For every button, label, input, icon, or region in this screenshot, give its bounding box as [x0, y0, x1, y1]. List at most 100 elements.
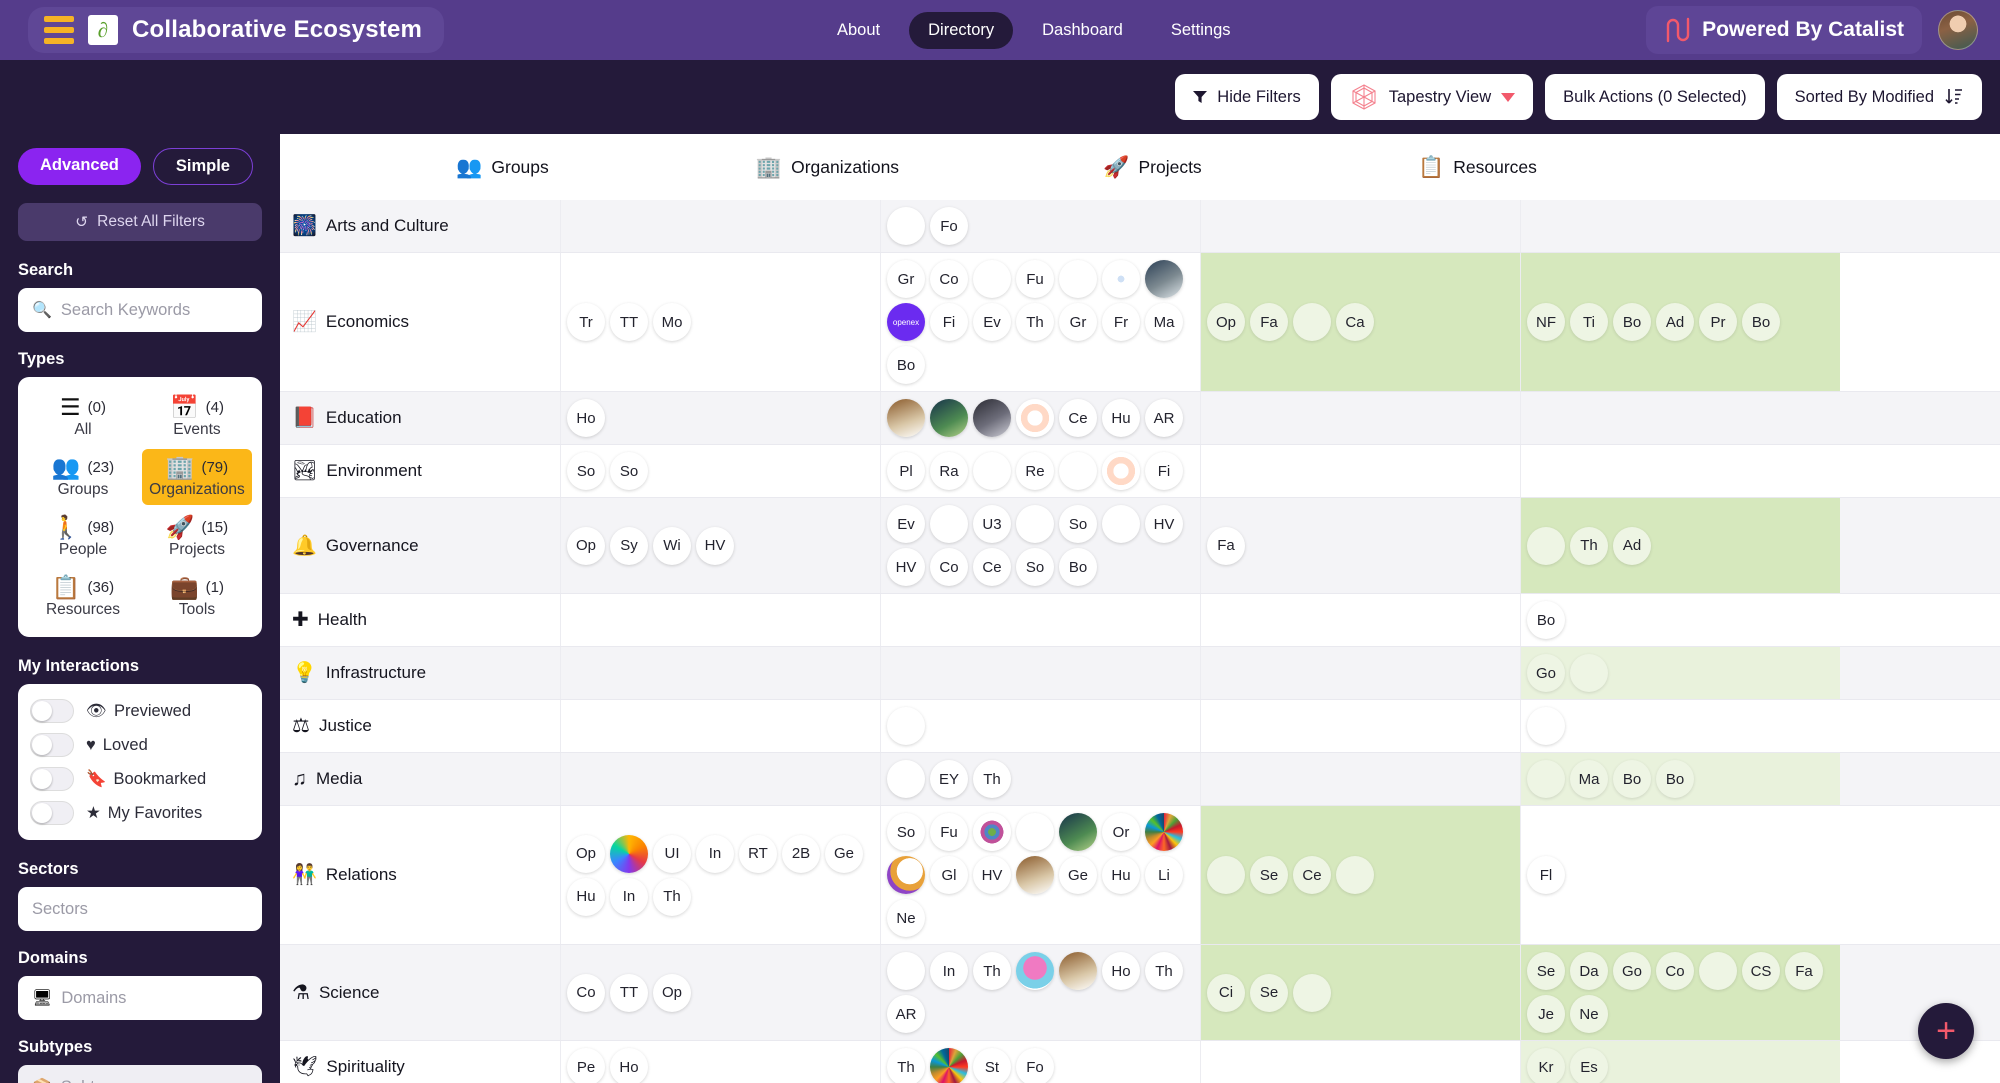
entity-chip[interactable]: Share: [1059, 260, 1097, 298]
entity-chip[interactable]: Fi: [1145, 452, 1183, 490]
row-label-spirituality[interactable]: 🕊 Spirituality: [280, 1041, 560, 1083]
entity-chip[interactable]: [1293, 303, 1331, 341]
type-filter-resources[interactable]: 📋 (36) Resources: [28, 569, 138, 625]
entity-chip[interactable]: RT: [739, 834, 777, 873]
row-label-governance[interactable]: 🔔 Governance: [280, 498, 560, 593]
entity-chip[interactable]: Bo: [1656, 760, 1694, 798]
entity-chip[interactable]: [1016, 399, 1054, 437]
grid-cell-projects[interactable]: Se Ce: [1200, 806, 1520, 944]
entity-chip[interactable]: Co: [930, 548, 968, 586]
entity-chip[interactable]: [1570, 654, 1608, 692]
grid-cell-projects[interactable]: Fa: [1200, 498, 1520, 593]
entity-chip[interactable]: AR: [1145, 399, 1183, 437]
toggle-switch[interactable]: [30, 801, 74, 825]
grid-cell-resources[interactable]: [1520, 392, 1840, 444]
entity-chip[interactable]: Sy: [610, 526, 648, 565]
grid-cell-groups[interactable]: Tr TT Mo: [560, 253, 880, 391]
nav-item-about[interactable]: About: [818, 12, 899, 49]
entity-chip[interactable]: In: [696, 834, 734, 873]
entity-chip[interactable]: Th: [973, 760, 1011, 798]
grid-cell-resources[interactable]: Kr Es: [1520, 1041, 1840, 1083]
entity-chip[interactable]: Tr: [567, 303, 605, 341]
entity-chip[interactable]: [1527, 760, 1565, 798]
grid-cell-organizations[interactable]: [880, 647, 1200, 699]
entity-chip[interactable]: Op: [567, 834, 605, 873]
entity-chip[interactable]: Fa: [1250, 303, 1288, 341]
entity-chip[interactable]: KINS EAR: [973, 452, 1011, 490]
grid-cell-projects[interactable]: Op Fa Ca: [1200, 253, 1520, 391]
entity-chip[interactable]: TT: [610, 303, 648, 341]
entity-chip[interactable]: [610, 834, 648, 873]
entity-chip[interactable]: So: [610, 452, 648, 490]
toggle-bookmarked[interactable]: 🔖 Bookmarked: [30, 762, 250, 796]
grid-cell-organizations[interactable]: Green EY Th: [880, 753, 1200, 805]
grid-cell-groups[interactable]: Op Sy Wi HV: [560, 498, 880, 593]
entity-chip[interactable]: Ne: [1570, 995, 1608, 1033]
entity-chip[interactable]: Go: [1613, 952, 1651, 990]
entity-chip[interactable]: [1699, 952, 1737, 990]
entity-chip[interactable]: Kr: [1527, 1048, 1565, 1083]
entity-chip[interactable]: EED: [887, 207, 925, 245]
entity-chip[interactable]: Ge: [825, 834, 863, 873]
entity-chip[interactable]: Ca: [1336, 303, 1374, 341]
entity-chip[interactable]: Se: [1250, 856, 1288, 894]
grid-cell-resources[interactable]: Ma Bo Bo: [1520, 753, 1840, 805]
entity-chip[interactable]: Ma: [1570, 760, 1608, 798]
entity-chip[interactable]: Fu: [1016, 260, 1054, 298]
entity-chip[interactable]: Ci: [1207, 973, 1245, 1012]
entity-chip[interactable]: [973, 399, 1011, 437]
grid-cell-resources[interactable]: Fl: [1520, 806, 1840, 944]
entity-chip[interactable]: Fu: [930, 813, 968, 851]
entity-chip[interactable]: Es: [1570, 1048, 1608, 1083]
entity-chip[interactable]: Fo: [930, 207, 968, 245]
row-label-justice[interactable]: ⚖ Justice: [280, 700, 560, 752]
entity-chip[interactable]: Co: [1656, 952, 1694, 990]
entity-chip[interactable]: CS: [1742, 952, 1780, 990]
entity-chip[interactable]: Hu: [1102, 399, 1140, 437]
entity-chip[interactable]: Share: [1102, 505, 1140, 543]
grid-cell-groups[interactable]: Op UI In RT 2B Ge Hu In Th: [560, 806, 880, 944]
grid-cell-resources[interactable]: Bo: [1520, 594, 1840, 646]
grid-cell-organizations[interactable]: Gr Co EED Fu Share openex Fi Ev Th Gr Fr Ma Bo: [880, 253, 1200, 391]
entity-chip[interactable]: [1145, 260, 1183, 298]
entity-chip[interactable]: [1293, 973, 1331, 1012]
entity-chip[interactable]: Se: [1527, 952, 1565, 990]
entity-chip[interactable]: Ti: [1570, 303, 1608, 341]
entity-chip[interactable]: Ho: [610, 1048, 648, 1083]
grid-cell-organizations[interactable]: EED Fo: [880, 200, 1200, 252]
entity-chip[interactable]: Ad: [1656, 303, 1694, 341]
grid-cell-projects[interactable]: Ci Se: [1200, 945, 1520, 1040]
grid-cell-resources[interactable]: [1520, 200, 1840, 252]
grid-cell-projects[interactable]: [1200, 445, 1520, 497]
grid-cell-projects[interactable]: [1200, 392, 1520, 444]
grid-cell-resources[interactable]: Se Da Go Co CS Fa Je Ne: [1520, 945, 1840, 1040]
grid-cell-organizations[interactable]: Ev U3 So Share HV HV Co Ce So Bo: [880, 498, 1200, 593]
grid-cell-projects[interactable]: [1200, 1041, 1520, 1083]
grid-cell-organizations[interactable]: OTAGO In Th Ho Th AR: [880, 945, 1200, 1040]
entity-chip[interactable]: Ho: [1102, 952, 1140, 990]
entity-chip[interactable]: Hu: [1102, 856, 1140, 894]
entity-chip[interactable]: [1059, 813, 1097, 851]
entity-chip[interactable]: [887, 856, 925, 894]
column-header-resources[interactable]: 📋 Resources: [1315, 157, 1640, 178]
row-label-environment[interactable]: 🏞 Environment: [280, 445, 560, 497]
filter-mode-simple[interactable]: Simple: [152, 148, 253, 185]
type-filter-projects[interactable]: 🚀 (15) Projects: [142, 509, 252, 565]
entity-chip[interactable]: AR: [887, 995, 925, 1033]
column-header-organizations[interactable]: 🏢 Organizations: [665, 157, 990, 178]
entity-chip[interactable]: Gr: [887, 260, 925, 298]
grid-cell-resources[interactable]: [1520, 445, 1840, 497]
entity-chip[interactable]: Op: [567, 526, 605, 565]
toggle-my-favorites[interactable]: ★ My Favorites: [30, 796, 250, 830]
grid-cell-groups[interactable]: Co TT Op: [560, 945, 880, 1040]
entity-chip[interactable]: Th: [1570, 526, 1608, 565]
entity-chip[interactable]: Fa: [1785, 952, 1823, 990]
entity-chip[interactable]: Ge: [1059, 856, 1097, 894]
entity-chip[interactable]: So: [1016, 548, 1054, 586]
row-label-economics[interactable]: 📈 Economics: [280, 253, 560, 391]
entity-chip[interactable]: HV: [696, 526, 734, 565]
hide-filters-button[interactable]: Hide Filters: [1175, 74, 1319, 120]
grid-cell-groups[interactable]: [560, 753, 880, 805]
entity-chip[interactable]: Fi: [930, 303, 968, 341]
type-filter-groups[interactable]: 👥 (23) Groups: [28, 449, 138, 505]
